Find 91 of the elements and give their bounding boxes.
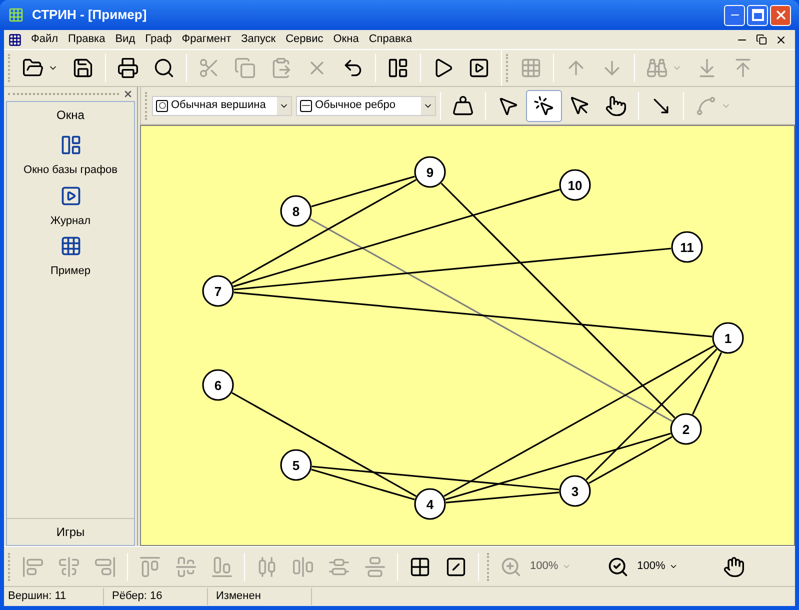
graph-vertex[interactable]: 3 [559,475,591,507]
close-button[interactable] [770,4,791,26]
graph-vertex[interactable]: 4 [414,488,446,520]
vertex-type-icon [156,100,168,112]
menu-item[interactable]: Фрагмент [176,31,236,48]
zoom-button[interactable]: 100% [601,550,684,582]
graph-edge[interactable] [232,179,416,284]
graph-edge[interactable] [234,248,672,290]
graph-edge[interactable] [440,182,676,418]
graph-edge[interactable] [446,492,560,504]
graph-vertex[interactable]: 2 [670,413,702,445]
open-folder-icon [22,57,44,79]
menu-item[interactable]: Окна [328,31,364,48]
align-icon [94,556,116,578]
printer-icon [117,57,139,79]
menu-item[interactable]: Справка [364,31,417,48]
graph-edge[interactable] [233,188,560,288]
close-icon [123,89,133,99]
graph-vertex[interactable]: 11 [671,231,703,263]
grid-icon [409,556,431,578]
panel-item[interactable]: Окно базы графов [24,162,118,178]
hand-icon [723,556,746,578]
align-icon [139,556,161,578]
graph-vertex[interactable]: 7 [202,275,234,307]
pointer-select-icon [569,94,591,116]
menu-item[interactable]: Файл [26,31,64,48]
graph-edge[interactable] [311,176,415,208]
minimize-button[interactable] [724,4,745,26]
align-icon [256,556,278,578]
graph-vertex[interactable]: 9 [414,156,446,188]
scissors-icon [198,57,220,79]
edge-type-icon [300,100,312,112]
graph-edge[interactable] [311,468,415,500]
status-text: Изменен [212,588,312,605]
zoom-icon [607,556,630,578]
document-icon [8,32,22,46]
graph-vertex[interactable]: 1 [712,322,744,354]
align-icon [175,556,197,578]
status-text: Вершин: 11 [4,588,104,605]
menu-item[interactable]: Сервис [280,31,328,48]
graph-edge[interactable] [445,432,671,500]
align-icon [292,556,314,578]
caret-icon [669,562,678,571]
graph-edge[interactable] [310,218,672,422]
magnifier-icon [153,57,175,79]
graph-edge[interactable] [232,392,416,497]
graph-vertex[interactable]: 10 [559,169,591,201]
menu-item[interactable]: Вид [110,31,140,48]
pointer-edge-icon [533,94,555,116]
menu-item[interactable]: Запуск [236,31,281,48]
graph-edge[interactable] [312,466,560,490]
zoom-icon [500,556,522,578]
copy-icon [234,57,256,79]
panel-header[interactable]: Игры [7,518,134,545]
binoculars-icon [646,57,668,79]
window-title: СТРИН - [Пример] [32,6,147,24]
graph-edge[interactable] [444,345,714,497]
align-icon [22,556,44,578]
restore-icon [756,34,767,45]
graph-edge[interactable] [692,352,722,415]
undo-icon [342,57,364,79]
edge-tool-icon [695,94,717,116]
graph-vertex[interactable]: 5 [280,449,312,481]
edge-type-select[interactable]: Обычное ребро [296,96,436,116]
no-grid-icon [445,556,467,578]
graph-vertex[interactable]: 8 [280,195,312,227]
align-icon [58,556,80,578]
close-icon [775,34,787,46]
graph-edge[interactable] [588,436,672,484]
weight-icon [452,94,474,116]
align-icon [211,556,233,578]
paste-icon [270,57,292,79]
graph-vertex[interactable]: 6 [202,369,234,401]
close-icon [774,8,788,22]
panel-item[interactable]: Пример [50,263,90,280]
status-text: Рёбер: 16 [108,588,208,605]
graph-edge[interactable] [586,348,718,480]
toolbar-button[interactable] [526,90,562,122]
vertex-type-select[interactable]: Обычная вершина [152,96,292,116]
graph-edge[interactable] [234,292,712,338]
align-icon [364,556,386,578]
app-icon [8,7,24,23]
graph-grid-icon [60,235,82,257]
maximize-button[interactable] [747,4,768,26]
menu-item[interactable]: Правка [63,31,110,48]
panel-header[interactable]: Окна [7,102,134,128]
caret-icon [562,562,572,571]
menu-item[interactable]: Граф [140,31,177,48]
maximize-icon [752,9,764,21]
save-icon [72,57,94,79]
panel-item[interactable]: Журнал [50,212,91,229]
